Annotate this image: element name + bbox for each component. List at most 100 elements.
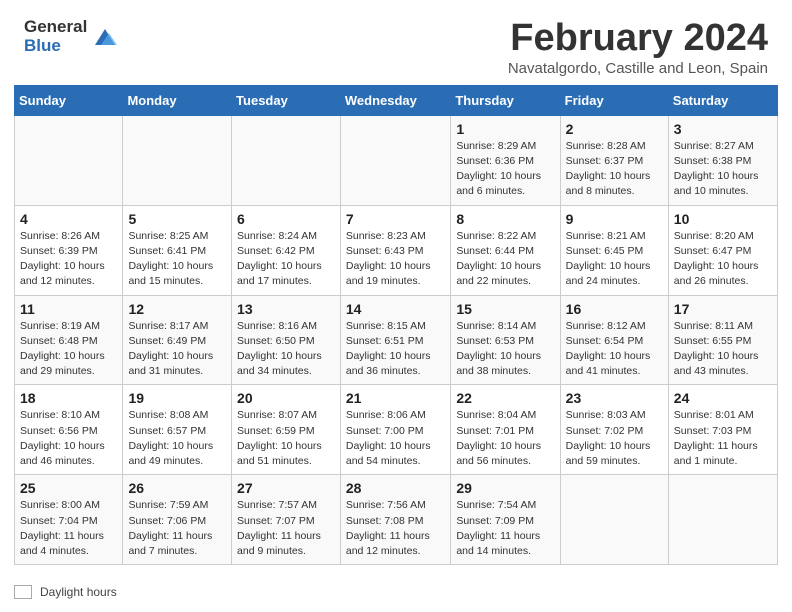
day-cell (15, 115, 123, 205)
day-number: 11 (20, 301, 117, 317)
day-cell: 24 Sunrise: 8:01 AM Sunset: 7:03 PM Dayli… (668, 385, 777, 475)
title-area: February 2024 Navatalgordo, Castille and… (508, 18, 768, 77)
day-info: Sunrise: 8:12 AM Sunset: 6:54 PM Dayligh… (566, 319, 663, 380)
day-number: 27 (237, 480, 335, 496)
day-cell: 14Sunrise: 8:15 AM Sunset: 6:51 PM Dayli… (340, 295, 450, 385)
calendar-body: 1Sunrise: 8:29 AM Sunset: 6:36 PM Daylig… (15, 115, 778, 564)
footer: Daylight hours (0, 579, 792, 607)
day-number: 15 (456, 301, 554, 317)
day-info: Sunrise: 8:28 AM Sunset: 6:37 PM Dayligh… (566, 139, 663, 200)
day-cell (560, 475, 668, 565)
day-info: Sunrise: 8:01 AM Sunset: 7:03 PM Dayligh… (674, 408, 772, 469)
day-number: 1 (456, 121, 554, 137)
day-info: Sunrise: 8:26 AM Sunset: 6:39 PM Dayligh… (20, 229, 117, 290)
logo: General Blue (24, 18, 119, 55)
day-cell: 29 Sunrise: 7:54 AM Sunset: 7:09 PM Dayli… (451, 475, 560, 565)
day-number: 13 (237, 301, 335, 317)
day-cell: 28Sunrise: 7:56 AM Sunset: 7:08 PM Dayli… (340, 475, 450, 565)
footer-box (14, 585, 32, 599)
day-cell: 5Sunrise: 8:25 AM Sunset: 6:41 PM Daylig… (123, 205, 232, 295)
day-number: 7 (346, 211, 445, 227)
day-header-sunday: Sunday (15, 85, 123, 115)
day-number: 9 (566, 211, 663, 227)
day-cell: 2Sunrise: 8:28 AM Sunset: 6:37 PM Daylig… (560, 115, 668, 205)
day-cell: 17Sunrise: 8:11 AM Sunset: 6:55 PM Dayli… (668, 295, 777, 385)
day-header-wednesday: Wednesday (340, 85, 450, 115)
calendar-table: SundayMondayTuesdayWednesdayThursdayFrid… (14, 85, 778, 565)
day-info: Sunrise: 8:07 AM Sunset: 6:59 PM Dayligh… (237, 408, 335, 469)
week-row-4: 25 Sunrise: 8:00 AM Sunset: 7:04 PM Dayli… (15, 475, 778, 565)
day-info: Sunrise: 8:27 AM Sunset: 6:38 PM Dayligh… (674, 139, 772, 200)
day-cell: 20 Sunrise: 8:07 AM Sunset: 6:59 PM Dayli… (232, 385, 341, 475)
day-cell: 22Sunrise: 8:04 AM Sunset: 7:01 PM Dayli… (451, 385, 560, 475)
day-cell (340, 115, 450, 205)
day-cell: 25 Sunrise: 8:00 AM Sunset: 7:04 PM Dayli… (15, 475, 123, 565)
day-cell: 8 Sunrise: 8:22 AM Sunset: 6:44 PM Daylig… (451, 205, 560, 295)
day-cell: 21Sunrise: 8:06 AM Sunset: 7:00 PM Dayli… (340, 385, 450, 475)
day-cell: 9Sunrise: 8:21 AM Sunset: 6:45 PM Daylig… (560, 205, 668, 295)
day-cell (668, 475, 777, 565)
day-cell: 1Sunrise: 8:29 AM Sunset: 6:36 PM Daylig… (451, 115, 560, 205)
day-number: 17 (674, 301, 772, 317)
day-header-tuesday: Tuesday (232, 85, 341, 115)
logo-blue-text: Blue (24, 37, 87, 56)
day-info: Sunrise: 8:24 AM Sunset: 6:42 PM Dayligh… (237, 229, 335, 290)
day-info: Sunrise: 8:20 AM Sunset: 6:47 PM Dayligh… (674, 229, 772, 290)
day-cell: 18 Sunrise: 8:10 AM Sunset: 6:56 PM Dayli… (15, 385, 123, 475)
day-number: 21 (346, 390, 445, 406)
day-info: Sunrise: 8:17 AM Sunset: 6:49 PM Dayligh… (128, 319, 226, 380)
day-number: 18 (20, 390, 117, 406)
day-header-saturday: Saturday (668, 85, 777, 115)
page-header: General Blue February 2024 Navatalgordo,… (0, 0, 792, 85)
day-number: 6 (237, 211, 335, 227)
day-header-thursday: Thursday (451, 85, 560, 115)
day-info: Sunrise: 7:57 AM Sunset: 7:07 PM Dayligh… (237, 498, 335, 559)
day-cell: 27 Sunrise: 7:57 AM Sunset: 7:07 PM Dayli… (232, 475, 341, 565)
day-header-monday: Monday (123, 85, 232, 115)
day-number: 8 (456, 211, 554, 227)
day-header-friday: Friday (560, 85, 668, 115)
day-cell: 23 Sunrise: 8:03 AM Sunset: 7:02 PM Dayli… (560, 385, 668, 475)
day-number: 10 (674, 211, 772, 227)
day-cell: 11 Sunrise: 8:19 AM Sunset: 6:48 PM Dayli… (15, 295, 123, 385)
day-info: Sunrise: 8:22 AM Sunset: 6:44 PM Dayligh… (456, 229, 554, 290)
day-info: Sunrise: 7:56 AM Sunset: 7:08 PM Dayligh… (346, 498, 445, 559)
day-cell: 13 Sunrise: 8:16 AM Sunset: 6:50 PM Dayli… (232, 295, 341, 385)
day-number: 23 (566, 390, 663, 406)
day-info: Sunrise: 8:03 AM Sunset: 7:02 PM Dayligh… (566, 408, 663, 469)
day-number: 25 (20, 480, 117, 496)
day-number: 19 (128, 390, 226, 406)
day-info: Sunrise: 8:15 AM Sunset: 6:51 PM Dayligh… (346, 319, 445, 380)
day-number: 4 (20, 211, 117, 227)
week-row-1: 4 Sunrise: 8:26 AM Sunset: 6:39 PM Daylig… (15, 205, 778, 295)
day-info: Sunrise: 8:10 AM Sunset: 6:56 PM Dayligh… (20, 408, 117, 469)
day-number: 3 (674, 121, 772, 137)
day-cell: 15 Sunrise: 8:14 AM Sunset: 6:53 PM Dayli… (451, 295, 560, 385)
day-info: Sunrise: 8:19 AM Sunset: 6:48 PM Dayligh… (20, 319, 117, 380)
day-info: Sunrise: 8:16 AM Sunset: 6:50 PM Dayligh… (237, 319, 335, 380)
day-info: Sunrise: 8:14 AM Sunset: 6:53 PM Dayligh… (456, 319, 554, 380)
day-info: Sunrise: 8:25 AM Sunset: 6:41 PM Dayligh… (128, 229, 226, 290)
day-number: 20 (237, 390, 335, 406)
calendar-header: SundayMondayTuesdayWednesdayThursdayFrid… (15, 85, 778, 115)
day-info: Sunrise: 8:00 AM Sunset: 7:04 PM Dayligh… (20, 498, 117, 559)
day-cell (232, 115, 341, 205)
header-row: SundayMondayTuesdayWednesdayThursdayFrid… (15, 85, 778, 115)
day-info: Sunrise: 8:08 AM Sunset: 6:57 PM Dayligh… (128, 408, 226, 469)
week-row-0: 1Sunrise: 8:29 AM Sunset: 6:36 PM Daylig… (15, 115, 778, 205)
day-number: 24 (674, 390, 772, 406)
day-info: Sunrise: 7:59 AM Sunset: 7:06 PM Dayligh… (128, 498, 226, 559)
day-number: 26 (128, 480, 226, 496)
day-info: Sunrise: 7:54 AM Sunset: 7:09 PM Dayligh… (456, 498, 554, 559)
day-cell: 12Sunrise: 8:17 AM Sunset: 6:49 PM Dayli… (123, 295, 232, 385)
day-cell: 19 Sunrise: 8:08 AM Sunset: 6:57 PM Dayli… (123, 385, 232, 475)
day-number: 22 (456, 390, 554, 406)
day-cell: 3 Sunrise: 8:27 AM Sunset: 6:38 PM Daylig… (668, 115, 777, 205)
footer-label: Daylight hours (40, 585, 117, 599)
day-info: Sunrise: 8:23 AM Sunset: 6:43 PM Dayligh… (346, 229, 445, 290)
day-cell: 7 Sunrise: 8:23 AM Sunset: 6:43 PM Daylig… (340, 205, 450, 295)
day-number: 29 (456, 480, 554, 496)
day-cell (123, 115, 232, 205)
day-cell: 4 Sunrise: 8:26 AM Sunset: 6:39 PM Daylig… (15, 205, 123, 295)
logo-icon (91, 23, 119, 51)
